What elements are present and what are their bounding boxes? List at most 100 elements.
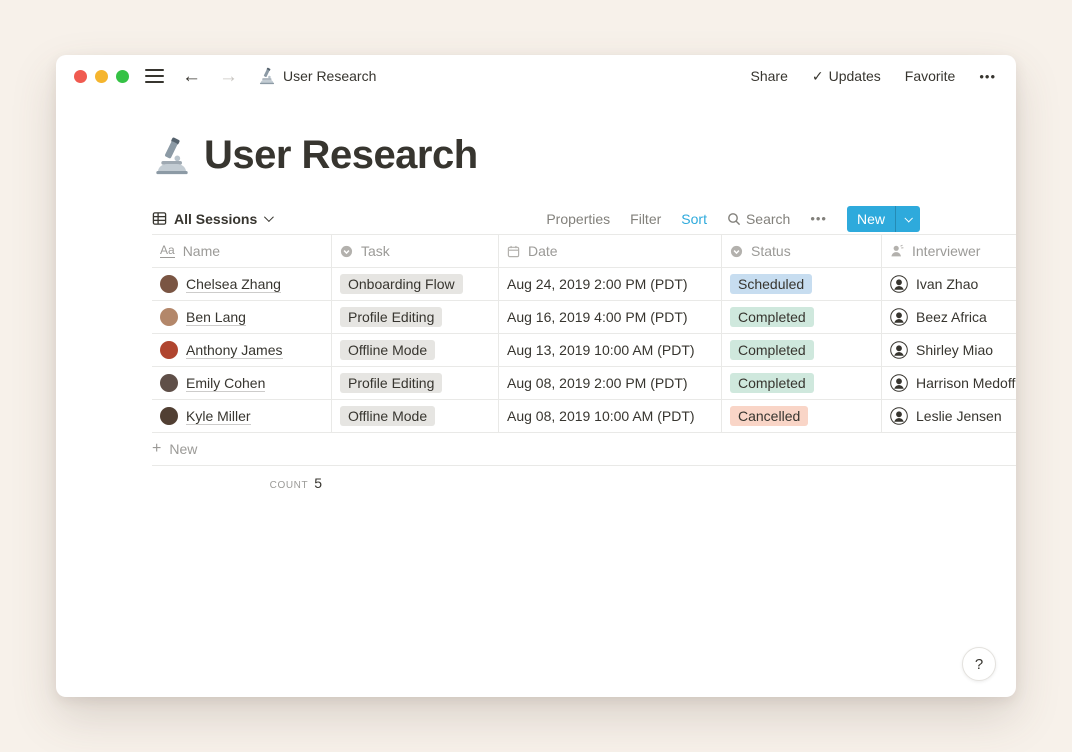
avatar [160,407,178,425]
cell-status[interactable]: Completed [722,334,882,366]
properties-button[interactable]: Properties [546,211,610,227]
cell-name[interactable]: Ben Lang [152,301,332,333]
table-row: Anthony James Offline Mode Aug 13, 2019 … [152,334,1016,367]
cell-name[interactable]: Kyle Miller [152,400,332,432]
status-badge: Scheduled [730,273,813,295]
cell-task[interactable]: Onboarding Flow [332,268,499,300]
minimize-window-button[interactable] [95,69,108,83]
add-row-label: New [169,441,198,457]
cell-date[interactable]: Aug 16, 2019 4:00 PM (PDT) [499,301,722,333]
table-view-icon [152,211,167,226]
cell-date[interactable]: Aug 08, 2019 2:00 PM (PDT) [499,367,722,399]
search-button[interactable]: Search [727,211,790,227]
avatar [890,341,908,359]
plus-icon: + [152,440,162,457]
record-name-link[interactable]: Kyle Miller [186,408,251,425]
avatar [890,374,908,392]
select-type-icon [730,245,743,258]
avatar [890,407,908,425]
record-name-link[interactable]: Emily Cohen [186,375,266,392]
select-type-icon [340,245,353,258]
check-icon: ✓ [811,67,824,84]
cell-status[interactable]: Cancelled [722,400,882,432]
filter-button[interactable]: Filter [630,211,661,227]
column-header-date[interactable]: Date [499,235,722,267]
view-name: All Sessions [174,210,258,227]
cell-status[interactable]: Scheduled [722,268,882,300]
column-header-status[interactable]: Status [722,235,882,267]
cell-task[interactable]: Profile Editing [332,301,499,333]
cell-task[interactable]: Profile Editing [332,367,499,399]
task-tag: Profile Editing [340,372,443,394]
column-header-name[interactable]: Aa Name [152,235,332,267]
status-badge: Completed [730,306,814,328]
record-name-link[interactable]: Ben Lang [186,309,246,326]
cell-interviewer[interactable]: Ivan Zhao [882,268,1016,300]
text-type-icon: Aa [160,242,175,259]
cell-date[interactable]: Aug 08, 2019 10:00 AM (PDT) [499,400,722,432]
count-footer[interactable]: COUNT 5 [152,475,332,493]
more-options-icon[interactable]: ••• [979,69,996,84]
count-label: COUNT [269,480,309,491]
table-row: Ben Lang Profile Editing Aug 16, 2019 4:… [152,301,1016,334]
search-icon [727,212,741,226]
column-header-interviewer[interactable]: Interviewer [882,235,1016,267]
cell-task[interactable]: Offline Mode [332,334,499,366]
cell-task[interactable]: Offline Mode [332,400,499,432]
column-header-task[interactable]: Task [332,235,499,267]
status-badge: Cancelled [730,405,809,427]
count-value: 5 [314,475,322,491]
table-row: Chelsea Zhang Onboarding Flow Aug 24, 20… [152,268,1016,301]
cell-interviewer[interactable]: Harrison Medoff [882,367,1016,399]
titlebar: ← → User Research Share ✓ Updates Favori… [56,55,1016,97]
back-button[interactable]: ← [182,67,201,86]
cell-name[interactable]: Emily Cohen [152,367,332,399]
record-name-link[interactable]: Anthony James [186,342,283,359]
cell-status[interactable]: Completed [722,367,882,399]
avatar [160,374,178,392]
new-button-dropdown[interactable] [896,206,920,232]
avatar [160,308,178,326]
new-button-label: New [856,210,885,227]
cell-name[interactable]: Chelsea Zhang [152,268,332,300]
cell-interviewer[interactable]: Leslie Jensen [882,400,1016,432]
calendar-icon [507,245,520,258]
cell-interviewer[interactable]: Shirley Miao [882,334,1016,366]
cell-status[interactable]: Completed [722,301,882,333]
search-label: Search [745,210,791,227]
favorite-button[interactable]: Favorite [905,68,956,84]
cell-date[interactable]: Aug 13, 2019 10:00 AM (PDT) [499,334,722,366]
forward-button[interactable]: → [219,67,238,86]
sidebar-toggle-icon[interactable] [145,69,164,83]
status-badge: Completed [730,339,814,361]
toolbar-more-icon[interactable]: ••• [810,211,827,226]
add-row-button[interactable]: + New [152,433,1016,466]
task-tag: Profile Editing [340,306,443,328]
avatar [890,308,908,326]
close-window-button[interactable] [74,69,87,83]
task-tag: Offline Mode [340,339,436,361]
updates-button[interactable]: ✓ Updates [812,68,881,85]
record-name-link[interactable]: Chelsea Zhang [186,276,281,293]
zoom-window-button[interactable] [116,69,129,83]
task-tag: Offline Mode [340,405,436,427]
breadcrumb-label: User Research [283,68,377,84]
microscope-icon[interactable] [152,136,192,176]
view-switcher[interactable]: All Sessions [152,210,275,227]
task-tag: Onboarding Flow [340,273,463,295]
microscope-icon [258,67,276,85]
updates-label: Updates [828,68,881,84]
cell-date[interactable]: Aug 24, 2019 2:00 PM (PDT) [499,268,722,300]
database-table: Aa Name Task Date Status Interviewer Che… [152,235,1016,493]
share-button[interactable]: Share [751,68,788,84]
help-button[interactable]: ? [962,647,996,681]
table-row: Emily Cohen Profile Editing Aug 08, 2019… [152,367,1016,400]
table-row: Kyle Miller Offline Mode Aug 08, 2019 10… [152,400,1016,433]
chevron-down-icon [904,213,913,223]
status-badge: Completed [730,372,814,394]
sort-button[interactable]: Sort [681,211,707,227]
cell-name[interactable]: Anthony James [152,334,332,366]
breadcrumb[interactable]: User Research [258,67,376,85]
cell-interviewer[interactable]: Beez Africa [882,301,1016,333]
new-record-button[interactable]: New [846,205,920,232]
